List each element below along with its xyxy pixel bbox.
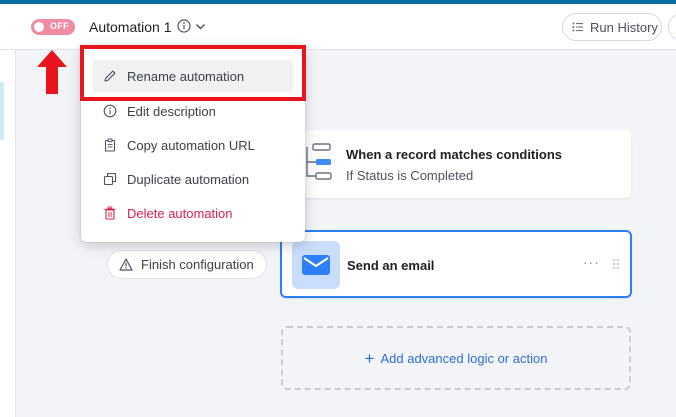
- email-tile: [292, 241, 340, 289]
- duplicate-icon: [103, 172, 117, 186]
- pencil-icon: [104, 70, 116, 82]
- drag-handle-icon[interactable]: [612, 258, 620, 270]
- chevron-down-icon[interactable]: [195, 21, 206, 32]
- menu-item-label: Delete automation: [127, 205, 233, 221]
- header-bar: OFF Automation 1 Run History: [0, 4, 676, 50]
- more-options-icon[interactable]: ···: [583, 254, 600, 270]
- automation-toggle[interactable]: OFF: [31, 19, 75, 35]
- annotation-up-arrow-icon: [37, 50, 67, 94]
- automation-name[interactable]: Automation 1: [89, 19, 172, 35]
- menu-item-edit-description[interactable]: Edit description: [93, 95, 293, 127]
- menu-item-label: Copy automation URL: [127, 137, 255, 153]
- menu-item-label: Rename automation: [127, 68, 245, 84]
- info-icon: [103, 104, 117, 118]
- trigger-subtitle: If Status is Completed: [346, 168, 474, 183]
- menu-item-delete[interactable]: Delete automation: [93, 197, 293, 229]
- menu-item-label: Edit description: [127, 103, 216, 119]
- menu-item-label: Duplicate automation: [127, 171, 250, 187]
- menu-item-duplicate[interactable]: Duplicate automation: [93, 163, 293, 195]
- email-icon: [302, 255, 330, 275]
- list-icon: [572, 22, 583, 32]
- info-icon[interactable]: [177, 19, 191, 33]
- toggle-knob: [34, 22, 44, 32]
- conditions-icon: [306, 143, 332, 180]
- trigger-title: When a record matches conditions: [346, 147, 562, 162]
- action-card[interactable]: Send an email ···: [280, 230, 632, 298]
- trigger-card[interactable]: When a record matches conditions If Stat…: [282, 130, 631, 198]
- rail-selected-indicator: [0, 82, 4, 140]
- clipboard-icon: [104, 138, 116, 152]
- menu-item-rename[interactable]: Rename automation: [93, 60, 293, 92]
- plus-icon: +: [364, 348, 375, 368]
- trash-icon: [104, 206, 116, 220]
- warning-icon: [119, 258, 133, 271]
- menu-item-copy-url[interactable]: Copy automation URL: [93, 129, 293, 161]
- toggle-label: OFF: [50, 21, 69, 31]
- action-title: Send an email: [347, 258, 435, 273]
- add-logic-label: Add advanced logic or action: [380, 350, 548, 366]
- run-history-label: Run History: [590, 19, 658, 35]
- more-header-button[interactable]: [668, 13, 676, 41]
- finish-configuration-button[interactable]: Finish configuration: [107, 250, 267, 279]
- run-history-button[interactable]: Run History: [562, 13, 662, 41]
- add-logic-or-action-button[interactable]: + Add advanced logic or action: [281, 326, 631, 390]
- automation-dropdown-menu: Rename automation Edit description Copy …: [81, 47, 305, 242]
- finish-configuration-label: Finish configuration: [141, 257, 254, 272]
